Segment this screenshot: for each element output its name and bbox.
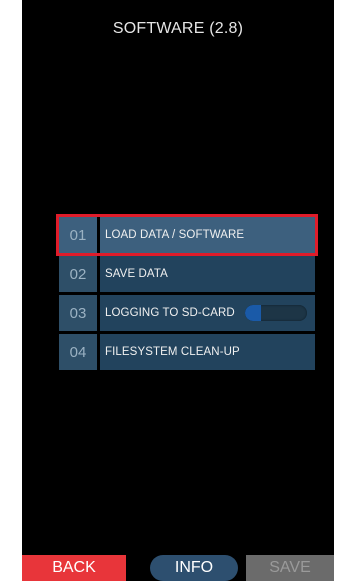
logging-toggle[interactable] [245, 305, 307, 321]
menu-item-number: 01 [59, 217, 97, 253]
menu-item-save-data[interactable]: 02 SAVE DATA [59, 256, 315, 292]
menu-item-number: 04 [59, 334, 97, 370]
device-screen: SOFTWARE (2.8) 01 LOAD DATA / SOFTWARE 0… [22, 0, 334, 581]
save-button[interactable]: SAVE [246, 555, 334, 581]
logging-toggle-fill [245, 305, 261, 321]
bottom-button-bar: BACK INFO SAVE [22, 555, 334, 581]
menu-item-label: SAVE DATA [100, 256, 315, 292]
menu-item-filesystem-clean-up[interactable]: 04 FILESYSTEM CLEAN-UP [59, 334, 315, 370]
info-button[interactable]: INFO [150, 555, 238, 581]
menu-item-logging-to-sd-card[interactable]: 03 LOGGING TO SD-CARD [59, 295, 315, 331]
menu-item-load-data-software[interactable]: 01 LOAD DATA / SOFTWARE [56, 214, 318, 256]
page-title: SOFTWARE (2.8) [112, 20, 244, 37]
menu-item-label: LOAD DATA / SOFTWARE [100, 217, 315, 253]
menu-item-number: 03 [59, 295, 97, 331]
menu-item-number: 02 [59, 256, 97, 292]
menu-item-label: FILESYSTEM CLEAN-UP [100, 334, 315, 370]
software-menu: 01 LOAD DATA / SOFTWARE 02 SAVE DATA 03 … [56, 214, 318, 373]
back-button[interactable]: BACK [22, 555, 126, 581]
